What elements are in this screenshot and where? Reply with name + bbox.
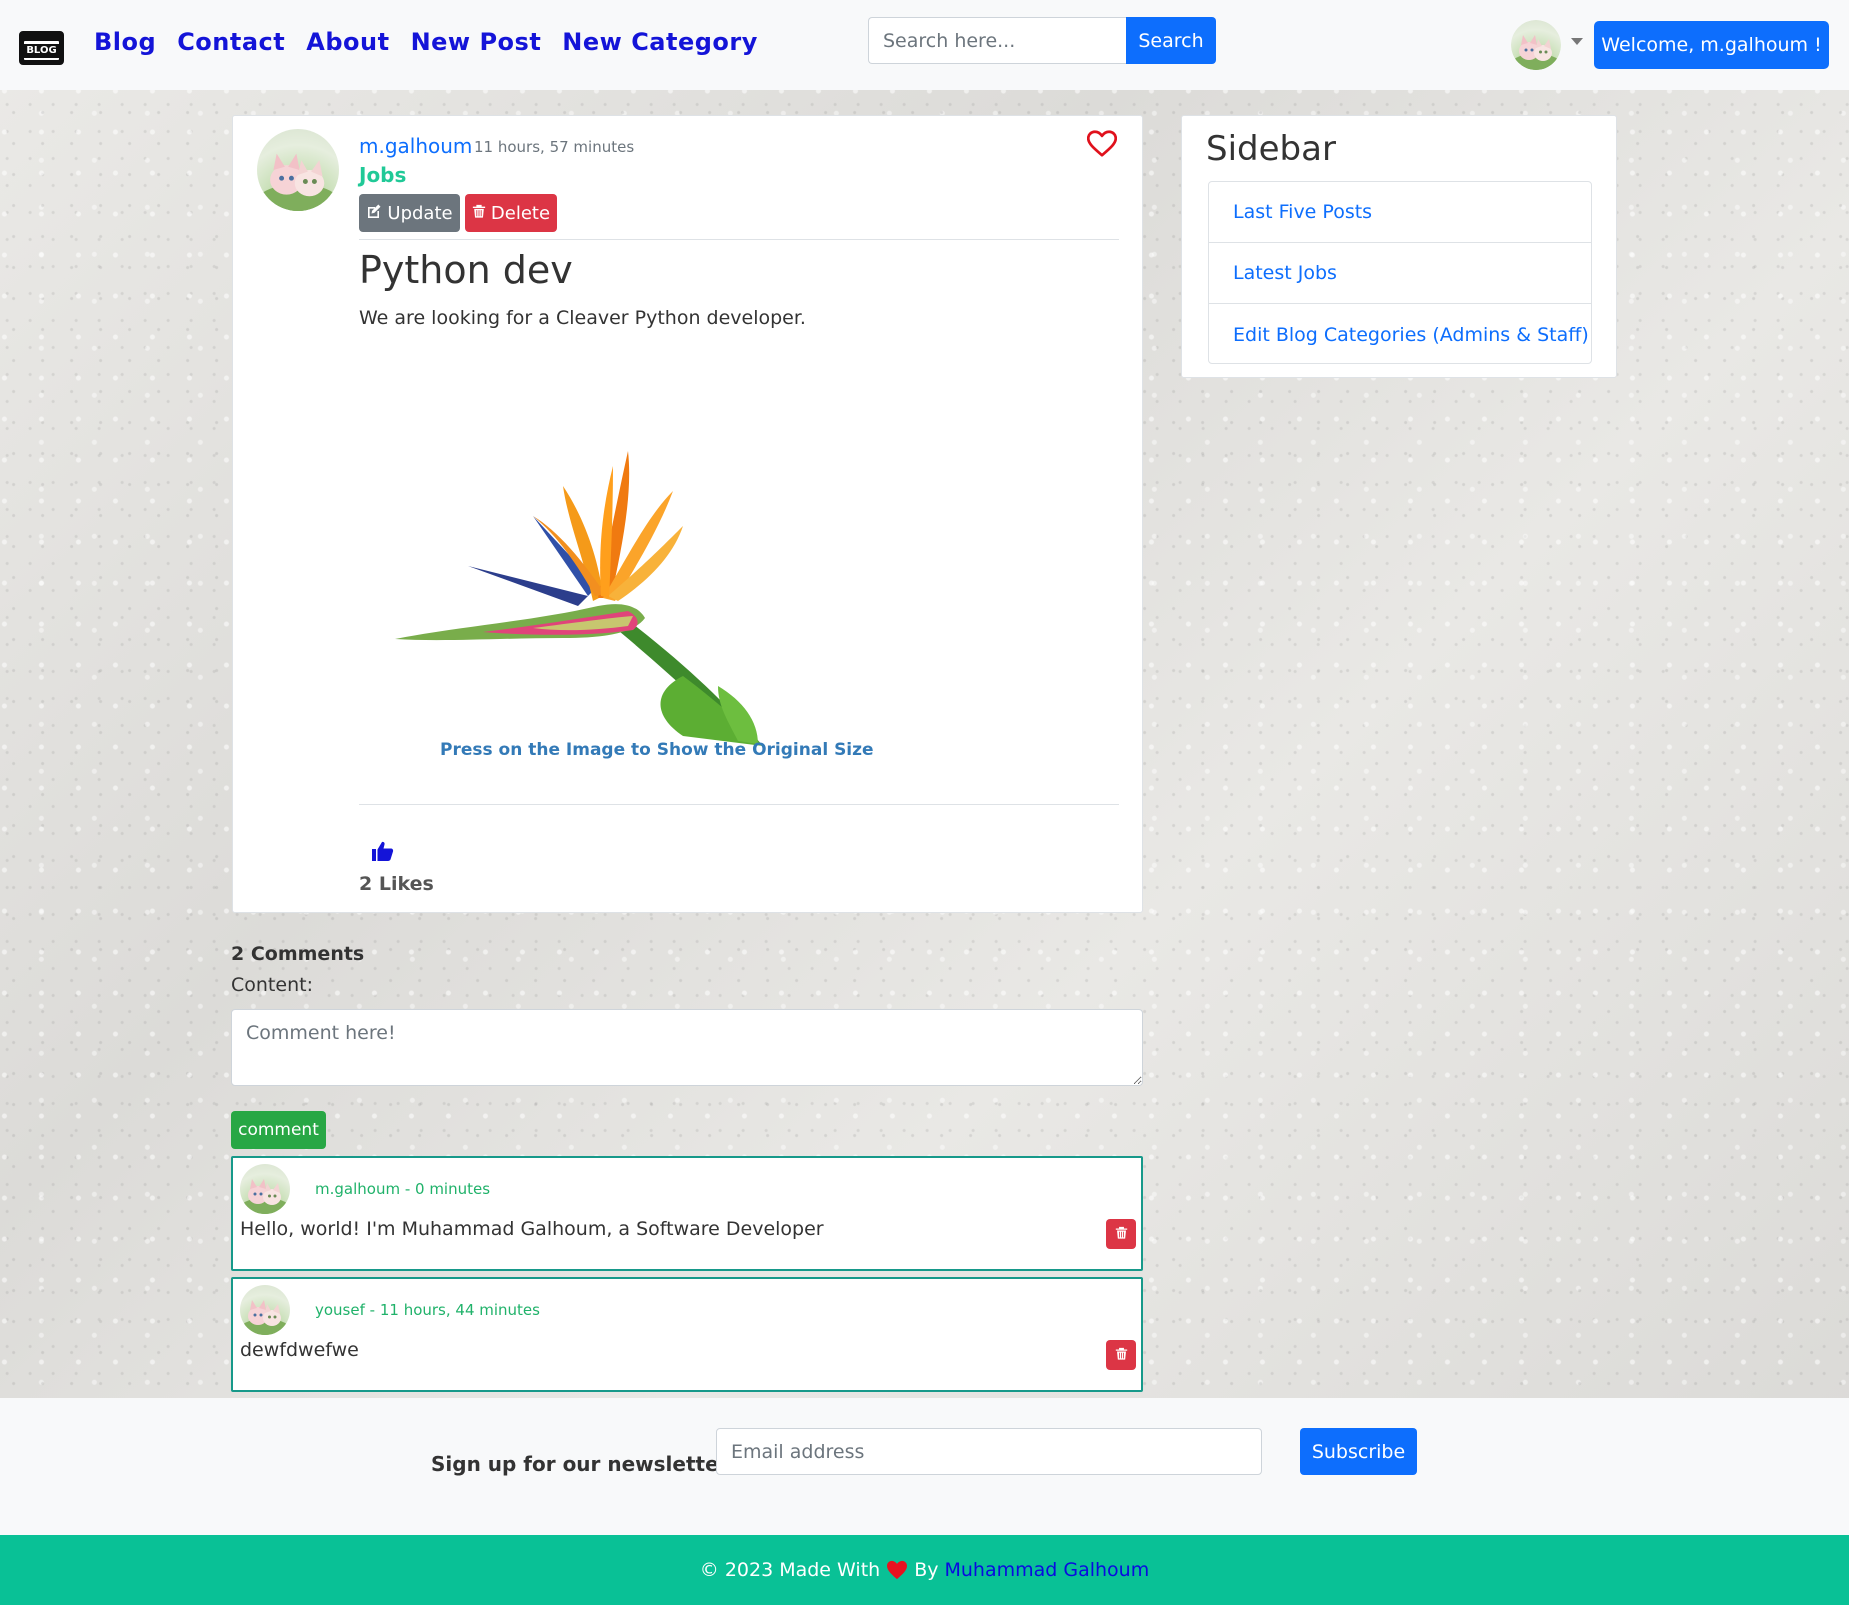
footer: © 2023 Made With By Muhammad Galhoum bbox=[0, 1535, 1849, 1605]
nav-link-new-category[interactable]: New Category bbox=[562, 28, 758, 56]
post-image[interactable] bbox=[383, 406, 853, 846]
image-caption[interactable]: Press on the Image to Show the Original … bbox=[440, 740, 874, 760]
post-author-avatar[interactable] bbox=[257, 129, 339, 211]
logo-screen: BLOG bbox=[24, 41, 59, 60]
trash-icon bbox=[1115, 1225, 1128, 1243]
sidebar-item-edit-categories[interactable]: Edit Blog Categories (Admins & Staff) bbox=[1209, 304, 1591, 363]
nav-link-about[interactable]: About bbox=[306, 28, 389, 56]
edit-icon bbox=[366, 203, 382, 224]
heart-icon[interactable] bbox=[1086, 130, 1118, 158]
newsletter-section: Sign up for our newsletter Subscribe bbox=[0, 1398, 1849, 1535]
post-body: We are looking for a Cleaver Python deve… bbox=[359, 307, 806, 329]
likes-count: 2 Likes bbox=[359, 873, 434, 895]
trash-icon bbox=[472, 203, 486, 224]
comment-meta: m.galhoum - 0 minutes bbox=[315, 1180, 491, 1198]
divider bbox=[359, 804, 1119, 805]
nav-link-blog[interactable]: Blog bbox=[94, 28, 156, 56]
comments-count: 2 Comments bbox=[231, 943, 365, 965]
sidebar-list: Last Five Posts Latest Jobs Edit Blog Ca… bbox=[1208, 181, 1592, 364]
nav-link-new-post[interactable]: New Post bbox=[411, 28, 542, 56]
nav-link-contact[interactable]: Contact bbox=[177, 28, 285, 56]
user-avatar[interactable] bbox=[1511, 20, 1561, 70]
comment-textarea[interactable] bbox=[231, 1009, 1143, 1086]
blog-logo[interactable]: BLOG bbox=[19, 31, 64, 65]
content-label: Content: bbox=[231, 974, 313, 996]
bird-of-paradise-flower bbox=[395, 451, 763, 746]
comment-item: m.galhoum - 0 minutes Hello, world! I'm … bbox=[231, 1156, 1143, 1271]
divider bbox=[359, 239, 1119, 240]
trash-icon bbox=[1115, 1346, 1128, 1364]
delete-button[interactable]: Delete bbox=[465, 194, 557, 232]
avatar-image bbox=[1511, 20, 1561, 70]
search-button[interactable]: Search bbox=[1126, 17, 1216, 64]
sidebar-item-last-five-posts[interactable]: Last Five Posts bbox=[1209, 182, 1591, 243]
delete-comment-button[interactable] bbox=[1106, 1219, 1136, 1249]
footer-by: By bbox=[914, 1559, 939, 1581]
comment-text: Hello, world! I'm Muhammad Galhoum, a So… bbox=[240, 1218, 824, 1240]
delete-label: Delete bbox=[490, 202, 551, 224]
logo-text: BLOG bbox=[24, 43, 59, 58]
search-input[interactable] bbox=[868, 17, 1126, 64]
newsletter-label: Sign up for our newsletter bbox=[431, 1452, 729, 1476]
comment-text: dewfdwefwe bbox=[240, 1339, 359, 1361]
logo-bar bbox=[21, 33, 62, 40]
avatar-image bbox=[240, 1164, 290, 1214]
update-label: Update bbox=[387, 202, 453, 224]
welcome-button[interactable]: Welcome, m.galhoum ! bbox=[1594, 21, 1829, 69]
comment-item: yousef - 11 hours, 44 minutes dewfdwefwe bbox=[231, 1277, 1143, 1392]
thumbs-up-icon[interactable] bbox=[371, 840, 395, 862]
comment-avatar[interactable] bbox=[240, 1285, 290, 1335]
post-time: 11 hours, 57 minutes bbox=[474, 138, 635, 156]
comment-meta: yousef - 11 hours, 44 minutes bbox=[315, 1301, 540, 1319]
navbar: BLOG Blog Contact About New Post New Cat… bbox=[0, 0, 1849, 90]
subscribe-button[interactable]: Subscribe bbox=[1300, 1428, 1417, 1475]
sidebar-title: Sidebar bbox=[1206, 129, 1336, 169]
caret-down-icon[interactable] bbox=[1571, 38, 1583, 45]
avatar-image bbox=[257, 129, 339, 211]
sidebar: Sidebar Last Five Posts Latest Jobs Edit… bbox=[1181, 115, 1617, 378]
heart-icon bbox=[886, 1560, 908, 1580]
delete-comment-button[interactable] bbox=[1106, 1340, 1136, 1370]
sidebar-item-latest-jobs[interactable]: Latest Jobs bbox=[1209, 243, 1591, 304]
avatar-image bbox=[240, 1285, 290, 1335]
footer-author-link[interactable]: Muhammad Galhoum bbox=[944, 1559, 1149, 1581]
post-title: Python dev bbox=[359, 248, 573, 292]
comment-avatar[interactable] bbox=[240, 1164, 290, 1214]
post-card: m.galhoum 11 hours, 57 minutes Jobs Upda… bbox=[232, 115, 1143, 913]
search-form: Search bbox=[868, 17, 1216, 64]
email-field[interactable] bbox=[716, 1428, 1262, 1475]
post-author-link[interactable]: m.galhoum bbox=[359, 134, 472, 158]
nav-links: Blog Contact About New Post New Category bbox=[94, 28, 779, 56]
footer-prefix: © 2023 Made With bbox=[699, 1559, 881, 1581]
update-button[interactable]: Update bbox=[359, 194, 460, 232]
comment-button[interactable]: comment bbox=[231, 1111, 326, 1149]
post-category-link[interactable]: Jobs bbox=[359, 163, 406, 187]
